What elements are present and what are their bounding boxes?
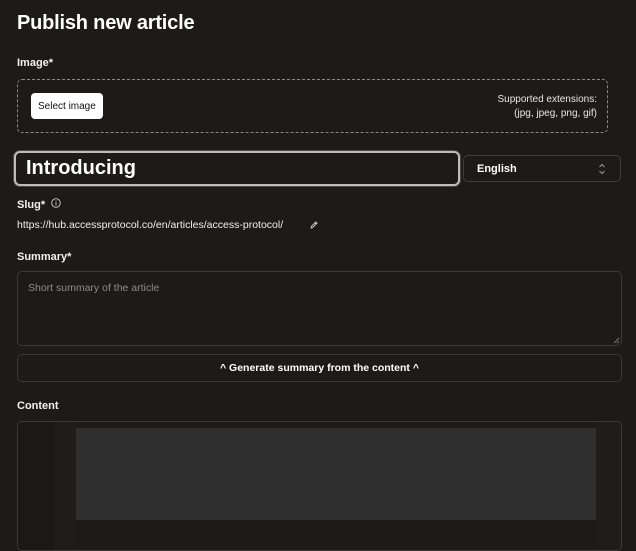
summary-textarea[interactable]: [17, 271, 622, 346]
language-select[interactable]: English: [463, 155, 621, 182]
resize-handle-icon[interactable]: [612, 336, 620, 344]
summary-label: Summary*: [17, 251, 72, 263]
generate-summary-button[interactable]: ^ Generate summary from the content ^: [17, 354, 622, 382]
supported-extensions: Supported extensions: (jpg, jpeg, png, g…: [497, 93, 597, 121]
editor-content-area[interactable]: [76, 428, 596, 520]
supported-extensions-line1: Supported extensions:: [497, 94, 597, 105]
slug-label: Slug*: [17, 199, 46, 211]
select-image-button[interactable]: Select image: [31, 93, 103, 119]
info-icon[interactable]: [51, 198, 61, 208]
editor-gutter: [18, 422, 54, 550]
content-editor[interactable]: [17, 421, 622, 551]
language-select-value: English: [477, 162, 517, 175]
content-label: Content: [17, 400, 59, 412]
editor-gutter-inner: [54, 422, 75, 550]
supported-extensions-line2: (jpg, jpeg, png, gif): [514, 108, 597, 119]
article-title-input[interactable]: [14, 151, 460, 186]
image-dropzone[interactable]: Select image Supported extensions: (jpg,…: [17, 79, 608, 133]
pencil-icon[interactable]: [309, 220, 319, 230]
image-label: Image*: [17, 57, 54, 69]
slug-url: https://hub.accessprotocol.co/en/article…: [17, 219, 284, 231]
editor-right-margin: [596, 422, 621, 550]
chevron-up-down-icon: [599, 163, 605, 175]
page-title: Publish new article: [17, 12, 195, 34]
